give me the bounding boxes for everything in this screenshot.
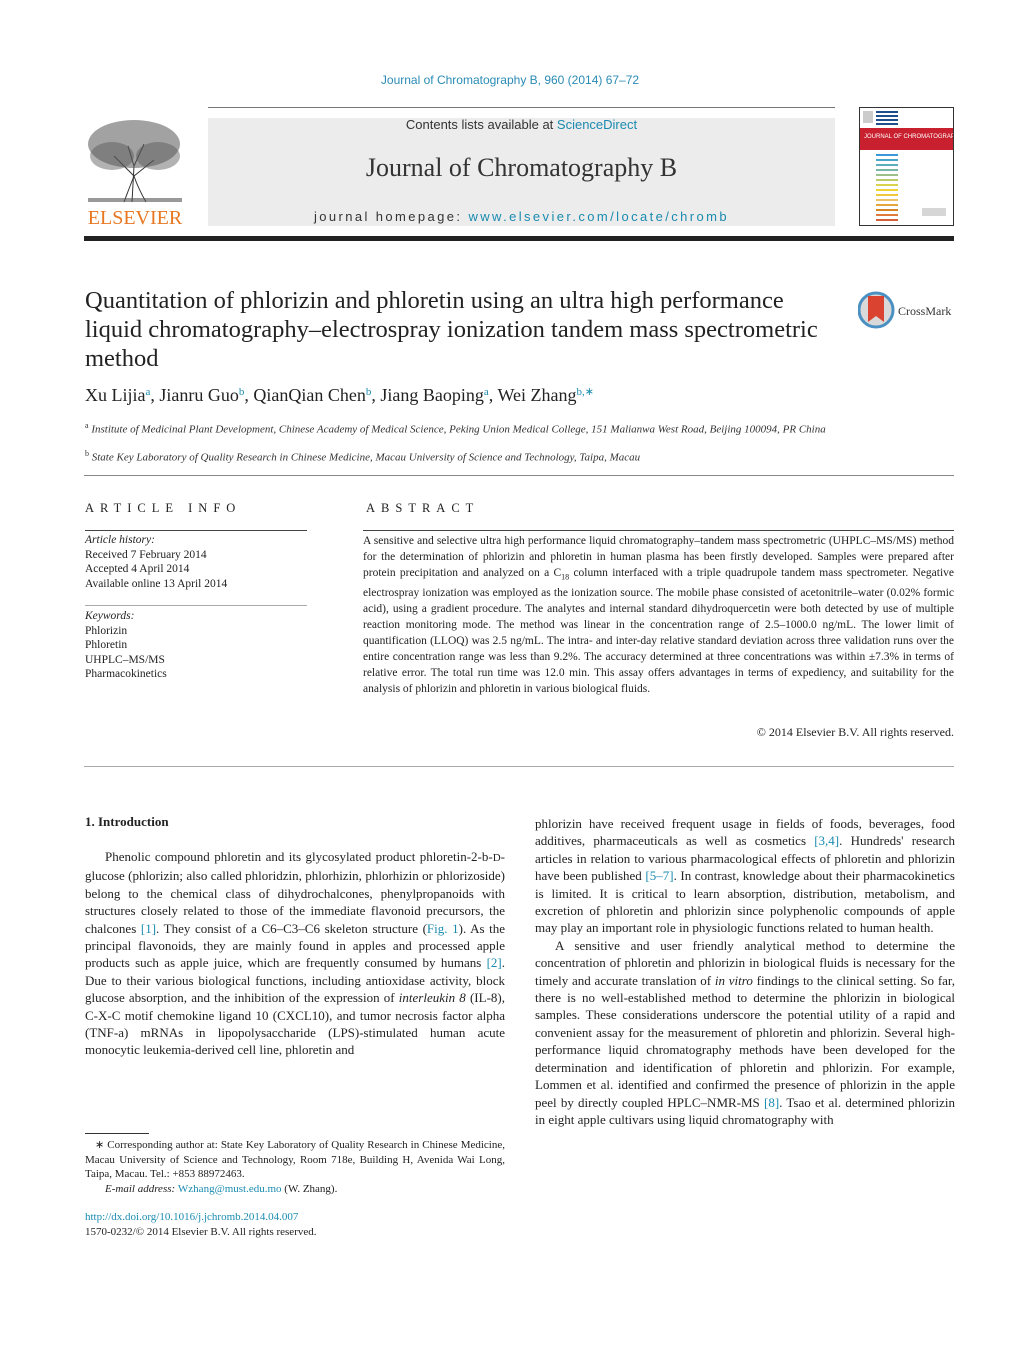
reference-link[interactable]: [2] bbox=[487, 955, 502, 970]
homepage-link[interactable]: www.elsevier.com/locate/chromb bbox=[468, 209, 729, 224]
paragraph: A sensitive and user friendly analytical… bbox=[535, 937, 955, 1128]
footnote-rule bbox=[85, 1133, 149, 1134]
text-small-caps: D bbox=[492, 852, 501, 864]
history-online: Available online 13 April 2014 bbox=[85, 577, 228, 590]
issn-copyright: 1570-0232/© 2014 Elsevier B.V. All right… bbox=[85, 1226, 317, 1238]
header-thick-rule bbox=[84, 236, 954, 241]
affiliation-a: a Institute of Medicinal Plant Developme… bbox=[85, 419, 845, 437]
abstract-heading: ABSTRACT bbox=[366, 501, 480, 515]
text-italic: interleukin 8 bbox=[398, 990, 466, 1006]
keywords-rule bbox=[85, 605, 307, 606]
author-name[interactable]: Wei Zhang bbox=[497, 385, 576, 405]
keyword: Pharmacokinetics bbox=[85, 668, 167, 681]
header-rule bbox=[208, 107, 835, 108]
section-rule bbox=[84, 766, 954, 767]
author-list: Xu Lijiaa, Jianru Guob, QianQian Chenb, … bbox=[85, 385, 594, 405]
keyword: UHPLC–MS/MS bbox=[85, 653, 165, 666]
corresponding-author-footnote: ∗ Corresponding author at: State Key Lab… bbox=[85, 1138, 505, 1196]
figure-link[interactable]: Fig. 1 bbox=[427, 921, 459, 936]
elsevier-wordmark: ELSEVIER bbox=[88, 207, 183, 228]
homepage-line: journal homepage: www.elsevier.com/locat… bbox=[208, 209, 835, 224]
journal-cover-image: JOURNAL OF CHROMATOGRAPHY B bbox=[860, 111, 953, 221]
keyword: Phloretin bbox=[85, 639, 128, 652]
journal-name: Journal of Chromatography B bbox=[365, 153, 678, 182]
author-name[interactable]: Jianru Guo bbox=[159, 385, 239, 405]
abstract-rule bbox=[363, 530, 954, 531]
contents-prefix: Contents lists available at bbox=[405, 117, 557, 132]
abstract-subscript: 18 bbox=[561, 572, 570, 582]
body-column-right: phlorizin have received frequent usage i… bbox=[535, 815, 955, 1128]
reference-link[interactable]: [3,4] bbox=[814, 833, 839, 848]
contents-line: Contents lists available at ScienceDirec… bbox=[208, 118, 835, 132]
doi-link[interactable]: http://dx.doi.org/10.1016/j.jchromb.2014… bbox=[85, 1211, 298, 1223]
journal-citation-link[interactable]: Journal of Chromatography B, 960 (2014) … bbox=[0, 73, 1020, 87]
elsevier-tree-icon: ELSEVIER bbox=[84, 116, 186, 229]
journal-cover-thumbnail[interactable]: JOURNAL OF CHROMATOGRAPHY B bbox=[859, 107, 954, 226]
email-link[interactable]: Wzhang@must.edu.mo bbox=[178, 1183, 282, 1195]
body-column-left: Phenolic compound phloretin and its glyc… bbox=[85, 848, 505, 1059]
keywords: Keywords: Phlorizin Phloretin UHPLC–MS/M… bbox=[85, 609, 167, 682]
cover-title: JOURNAL OF CHROMATOGRAPHY B bbox=[864, 134, 953, 140]
author-affiliation-mark[interactable]: b,∗ bbox=[576, 386, 593, 398]
affiliation-b: b State Key Laboratory of Quality Resear… bbox=[85, 447, 845, 465]
text: findings to the clinical setting. So far… bbox=[535, 972, 955, 1110]
author-affiliation-mark[interactable]: b bbox=[239, 386, 245, 398]
abstract-copyright: © 2014 Elsevier B.V. All rights reserved… bbox=[756, 725, 954, 739]
sciencedirect-link[interactable]: ScienceDirect bbox=[557, 117, 637, 132]
article-history-label: Article history: bbox=[85, 534, 155, 546]
article-info-rule bbox=[85, 530, 307, 531]
article-info-heading: ARTICLE INFO bbox=[85, 501, 242, 515]
article-title: Quantitation of phlorizin and phloretin … bbox=[85, 287, 818, 372]
paragraph: Phenolic compound phloretin and its glyc… bbox=[85, 848, 505, 1059]
crossmark-icon: CrossMark bbox=[857, 291, 951, 329]
crossmark-button[interactable]: CrossMark bbox=[857, 290, 958, 330]
email-label: E-mail address: bbox=[105, 1182, 178, 1195]
text-italic: in vitro bbox=[714, 972, 753, 988]
author-affiliation-mark[interactable]: a bbox=[484, 386, 489, 398]
history-received: Received 7 February 2014 bbox=[85, 548, 207, 561]
author-name[interactable]: Xu Lijia bbox=[85, 385, 146, 405]
keyword: Phlorizin bbox=[85, 624, 128, 637]
text: Phenolic compound phloretin and its glyc… bbox=[105, 849, 493, 864]
affiliation-text: State Key Laboratory of Quality Research… bbox=[91, 451, 641, 464]
reference-link[interactable]: [8] bbox=[764, 1095, 779, 1110]
homepage-prefix: journal homepage: bbox=[313, 209, 469, 224]
abstract-text: A sensitive and selective ultra high per… bbox=[363, 533, 954, 697]
text: . They consist of a C6–C3–C6 skeleton st… bbox=[156, 920, 427, 936]
elsevier-logo[interactable]: ELSEVIER bbox=[84, 116, 186, 229]
abstract-text-part: column interfaced with a triple quadrupo… bbox=[363, 567, 955, 696]
author-name[interactable]: QianQian Chen bbox=[253, 385, 365, 405]
affiliation-mark: a bbox=[85, 421, 89, 430]
section-rule bbox=[84, 475, 954, 476]
paragraph: phlorizin have received frequent usage i… bbox=[535, 815, 955, 937]
keywords-label: Keywords: bbox=[85, 610, 135, 622]
affiliation-text: Institute of Medicinal Plant Development… bbox=[91, 423, 826, 436]
affiliation-mark: b bbox=[85, 449, 89, 458]
crossmark-label: CrossMark bbox=[898, 304, 951, 318]
article-history: Article history: Received 7 February 201… bbox=[85, 533, 227, 591]
reference-link[interactable]: [5–7] bbox=[645, 868, 673, 883]
email-line: E-mail address: Wzhang@must.edu.mo (W. Z… bbox=[85, 1182, 505, 1197]
email-suffix: (W. Zhang). bbox=[281, 1182, 338, 1195]
introduction-heading: 1. Introduction bbox=[85, 814, 169, 829]
author-name[interactable]: Jiang Baoping bbox=[380, 385, 484, 405]
author-affiliation-mark[interactable]: b bbox=[366, 386, 372, 398]
author-affiliation-mark[interactable]: a bbox=[146, 386, 151, 398]
history-accepted: Accepted 4 April 2014 bbox=[85, 563, 190, 576]
reference-link[interactable]: [1] bbox=[141, 921, 156, 936]
corresponding-author-text: ∗ Corresponding author at: State Key Lab… bbox=[85, 1139, 505, 1181]
